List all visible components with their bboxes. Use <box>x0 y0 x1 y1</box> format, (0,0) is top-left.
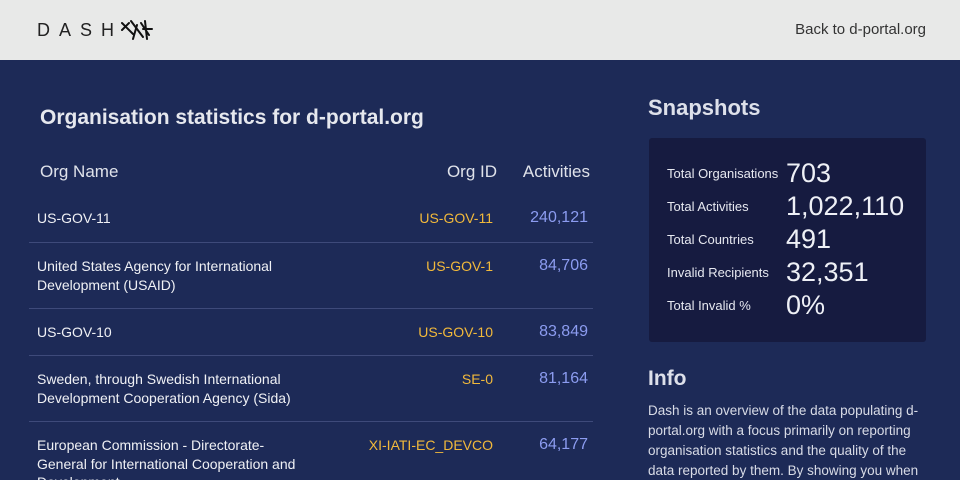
column-header-org-id[interactable]: Org ID <box>447 162 497 182</box>
info-text: Dash is an overview of the data populati… <box>648 403 919 478</box>
table-row: Sweden, through Swedish International De… <box>29 356 593 422</box>
org-id-cell[interactable]: US-GOV-10 <box>418 324 493 340</box>
org-id-cell[interactable]: XI-IATI-EC_DEVCO <box>369 437 493 453</box>
org-name-cell[interactable]: US-GOV-11 <box>37 209 307 228</box>
organisation-table: US-GOV-11 US-GOV-11 240,121 United State… <box>29 195 593 480</box>
stat-total-countries: Total Countries 491 <box>667 224 831 255</box>
activities-cell: 64,177 <box>539 436 588 453</box>
org-name-cell[interactable]: European Commission - Directorate-Genera… <box>37 436 307 480</box>
table-row: US-GOV-10 US-GOV-10 83,849 <box>29 309 593 356</box>
stat-label: Total Organisations <box>667 166 779 181</box>
org-name-cell[interactable]: US-GOV-10 <box>37 323 307 342</box>
back-to-d-portal-link[interactable]: Back to d-portal.org <box>795 21 926 38</box>
column-header-activities[interactable]: Activities <box>523 162 590 182</box>
snapshots-panel: Total Organisations 703 Total Activities… <box>649 138 926 342</box>
stat-total-invalid-percent: Total Invalid % 0% <box>667 290 825 321</box>
stat-label: Total Countries <box>667 232 754 247</box>
activities-cell: 81,164 <box>539 370 588 387</box>
org-name-cell[interactable]: Sweden, through Swedish International De… <box>37 370 307 407</box>
stat-label: Invalid Recipients <box>667 265 769 280</box>
activities-cell: 84,706 <box>539 257 588 274</box>
stat-invalid-recipients: Invalid Recipients 32,351 <box>667 257 869 288</box>
logo-text: DASH <box>37 19 124 40</box>
table-row: United States Agency for International D… <box>29 243 593 309</box>
snapshots-title: Snapshots <box>648 95 761 120</box>
page-title: Organisation statistics for d-portal.org <box>40 106 424 129</box>
stat-total-organisations: Total Organisations 703 <box>667 158 831 189</box>
org-name-cell[interactable]: United States Agency for International D… <box>37 257 307 294</box>
stat-value: 1,022,110 <box>786 191 905 221</box>
stat-label: Total Invalid % <box>667 298 751 313</box>
org-id-cell[interactable]: SE-0 <box>462 371 493 387</box>
activities-cell: 83,849 <box>539 323 588 340</box>
table-row: US-GOV-11 US-GOV-11 240,121 <box>29 195 593 243</box>
stat-value: 32,351 <box>786 257 869 287</box>
stat-total-activities: Total Activities 1,022,110 <box>667 191 904 222</box>
dash-logo-mark-icon <box>121 20 154 40</box>
stat-label: Total Activities <box>667 199 749 214</box>
org-id-cell[interactable]: US-GOV-1 <box>426 258 493 274</box>
stat-value: 0% <box>786 290 826 320</box>
info-title: Info <box>648 367 687 390</box>
stat-value: 703 <box>786 158 832 188</box>
activities-cell: 240,121 <box>530 209 588 226</box>
stat-value: 491 <box>786 224 832 254</box>
table-row: European Commission - Directorate-Genera… <box>29 422 593 480</box>
column-header-org-name[interactable]: Org Name <box>40 162 118 182</box>
dash-logo[interactable]: DASH <box>37 17 155 43</box>
org-id-cell[interactable]: US-GOV-11 <box>419 210 493 226</box>
top-bar: DASH Back to d-portal.org <box>0 0 960 60</box>
